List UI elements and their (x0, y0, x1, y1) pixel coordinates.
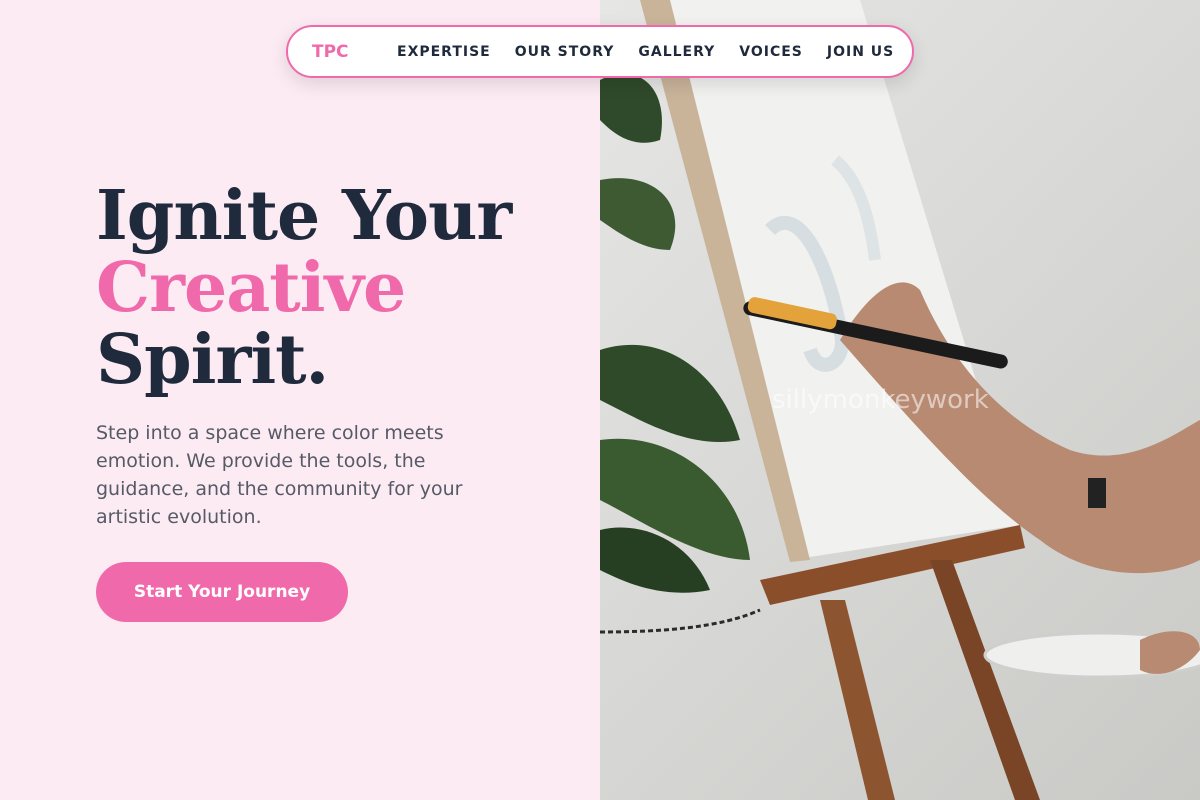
brand-logo[interactable]: TPC (312, 42, 397, 62)
hero-subtitle: Step into a space where color meets emot… (96, 422, 463, 528)
nav-links: EXPERTISE OUR STORY GALLERY VOICES JOIN … (397, 44, 894, 60)
hero-left-panel (0, 0, 600, 800)
hero-title-line-2: Creative (96, 248, 406, 328)
hero-title: Ignite Your Creative Spirit. (96, 180, 576, 396)
nav-link-expertise[interactable]: EXPERTISE (397, 44, 491, 60)
image-watermark: sillymonkeywork (772, 385, 989, 415)
nav-link-join-us[interactable]: JOIN US (827, 44, 894, 60)
hero-title-line-3: Spirit. (96, 320, 329, 400)
nav-link-gallery[interactable]: GALLERY (638, 44, 715, 60)
nav-link-our-story[interactable]: OUR STORY (515, 44, 615, 60)
hero-image: sillymonkeywork (600, 0, 1200, 800)
top-navigation: TPC EXPERTISE OUR STORY GALLERY VOICES J… (286, 25, 914, 78)
hero-title-line-1: Ignite Your (96, 176, 512, 256)
nav-link-voices[interactable]: VOICES (739, 44, 803, 60)
start-journey-button[interactable]: Start Your Journey (96, 562, 348, 622)
